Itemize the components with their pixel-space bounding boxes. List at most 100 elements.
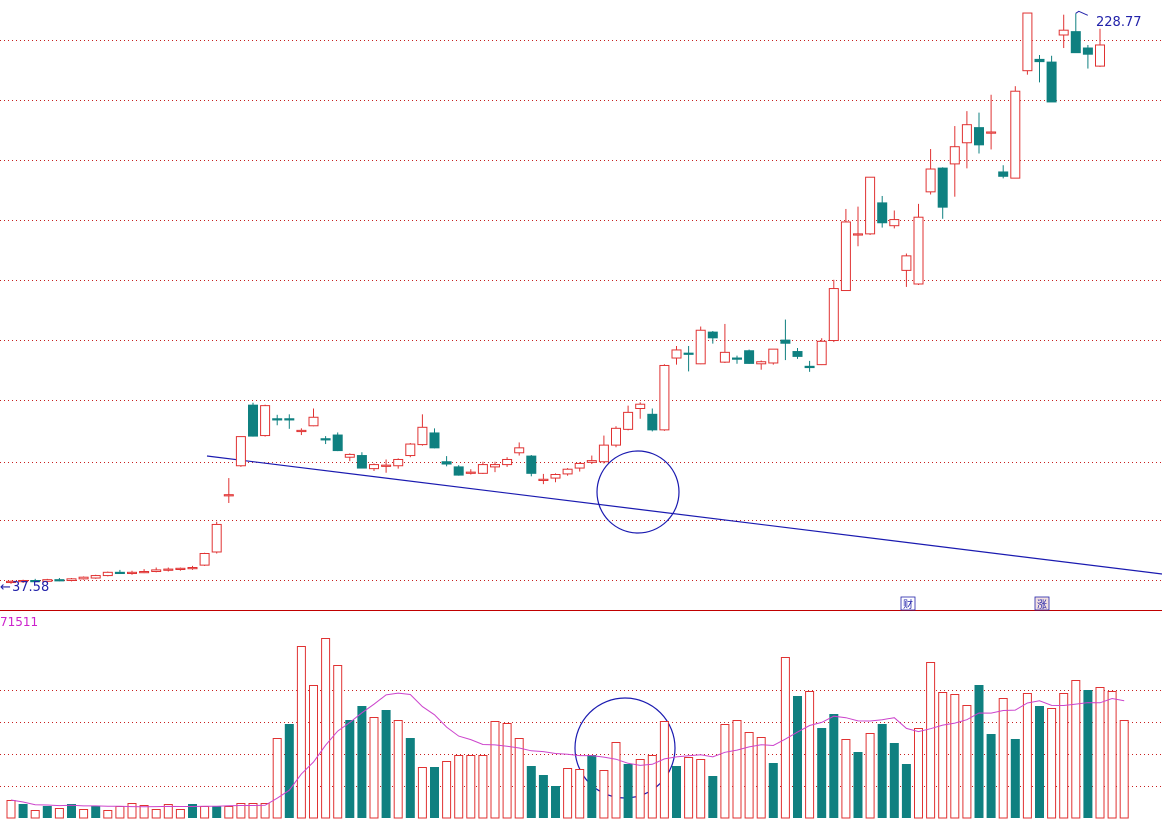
candle-down xyxy=(937,167,948,208)
volume-bar-up xyxy=(369,717,379,819)
candle-up xyxy=(925,168,936,193)
candle-down xyxy=(441,461,452,465)
candle-up xyxy=(175,567,186,571)
volume-bar-down xyxy=(817,728,827,818)
candle-up xyxy=(961,124,972,144)
candle-down xyxy=(707,331,718,339)
volume-bar-down xyxy=(212,806,222,818)
volume-bar-up xyxy=(756,737,766,819)
high-price-label: 228.77 xyxy=(1096,15,1142,30)
candle-up xyxy=(1010,90,1021,179)
event-marker-text: 涨 xyxy=(1037,599,1047,611)
candle-up xyxy=(865,176,876,235)
volume-bar-up xyxy=(30,810,40,819)
volume-bar-up xyxy=(333,665,343,819)
volume-bar-down xyxy=(672,766,681,818)
volume-bar-up xyxy=(1119,720,1129,819)
volume-bar-up xyxy=(466,755,476,819)
candle-up xyxy=(901,255,912,271)
candle-up xyxy=(756,361,767,365)
candle-down xyxy=(1070,31,1081,54)
volume-bar-up xyxy=(744,732,754,819)
candle-up xyxy=(465,471,476,474)
candle-down xyxy=(526,455,537,474)
volume-bar-down xyxy=(974,685,984,818)
volume-bar-up xyxy=(841,739,851,819)
volume-bar-down xyxy=(1083,690,1093,818)
volume-bar-up xyxy=(103,810,113,819)
volume-bar-up xyxy=(127,803,137,819)
candle-up xyxy=(1022,12,1033,72)
candle-up xyxy=(659,364,670,431)
candle-down xyxy=(248,404,258,437)
volume-bar-down xyxy=(538,775,548,818)
volume-bar-up xyxy=(865,733,875,819)
candle-up xyxy=(889,219,900,227)
volume-bar-up xyxy=(914,728,923,819)
candle-up xyxy=(260,405,271,437)
volume-bar-down xyxy=(1010,739,1020,818)
volume-bar-up xyxy=(563,768,573,819)
candle-up xyxy=(369,464,379,470)
volume-bar-up xyxy=(309,685,318,819)
volume-bar-up xyxy=(950,694,960,819)
price-highlight-circle xyxy=(596,450,680,534)
volume-bar-down xyxy=(345,720,355,818)
candle-up xyxy=(538,478,549,481)
candle-down xyxy=(804,365,815,369)
candle-down xyxy=(284,418,295,421)
candle-up xyxy=(853,233,863,236)
candlestick-series xyxy=(6,10,1105,584)
volume-bar-up xyxy=(805,691,815,819)
volume-bar-up xyxy=(6,800,16,819)
volume-bar-up xyxy=(79,809,89,819)
chart-labels: 228.77 ← 37.58 71511 财 涨 xyxy=(0,15,1142,629)
candle-up xyxy=(828,288,839,342)
volume-bar-up xyxy=(599,770,609,819)
volume-bar-down xyxy=(381,710,391,818)
volume-bar-up xyxy=(938,692,948,819)
candle-down xyxy=(114,571,125,575)
volume-bar-up xyxy=(720,724,730,819)
volume-bar-up xyxy=(417,767,427,819)
price-gridlines xyxy=(0,40,1162,787)
volume-bar-down xyxy=(853,752,863,818)
candle-up xyxy=(187,567,198,570)
candle-up xyxy=(913,216,924,285)
candle-up xyxy=(1058,29,1069,36)
candle-down xyxy=(647,413,658,431)
volume-bar-up xyxy=(998,698,1008,819)
volume-bar-up xyxy=(200,806,210,819)
candle-down xyxy=(877,202,888,224)
volume-bar-up xyxy=(321,638,331,819)
candle-up xyxy=(514,447,525,454)
candle-down xyxy=(732,357,742,360)
candle-down xyxy=(54,579,65,582)
volume-bar-up xyxy=(272,738,282,819)
candle-up xyxy=(381,464,392,467)
candle-down xyxy=(744,350,755,364)
candle-down xyxy=(1046,61,1057,103)
volume-bar-down xyxy=(829,714,839,818)
candle-up xyxy=(102,571,113,577)
candle-down xyxy=(1082,47,1093,55)
candle-up xyxy=(235,436,246,467)
volume-bar-up xyxy=(478,755,488,819)
volume-bar-up xyxy=(1047,708,1057,819)
candle-down xyxy=(1034,58,1045,63)
high-marker xyxy=(1075,10,1089,16)
candle-down xyxy=(332,434,343,452)
volume-bar-up xyxy=(1071,680,1081,819)
candle-down xyxy=(320,438,331,441)
candle-down xyxy=(974,127,984,146)
candle-up xyxy=(211,523,222,553)
volume-bar-up xyxy=(1107,691,1117,819)
candle-up xyxy=(502,458,513,466)
candle-up xyxy=(139,571,150,574)
candle-down xyxy=(998,171,1009,177)
volume-bar-down xyxy=(91,806,101,818)
candle-down xyxy=(792,351,803,357)
volume-series xyxy=(6,638,1129,819)
candle-up xyxy=(949,146,960,165)
candle-up xyxy=(719,351,730,363)
